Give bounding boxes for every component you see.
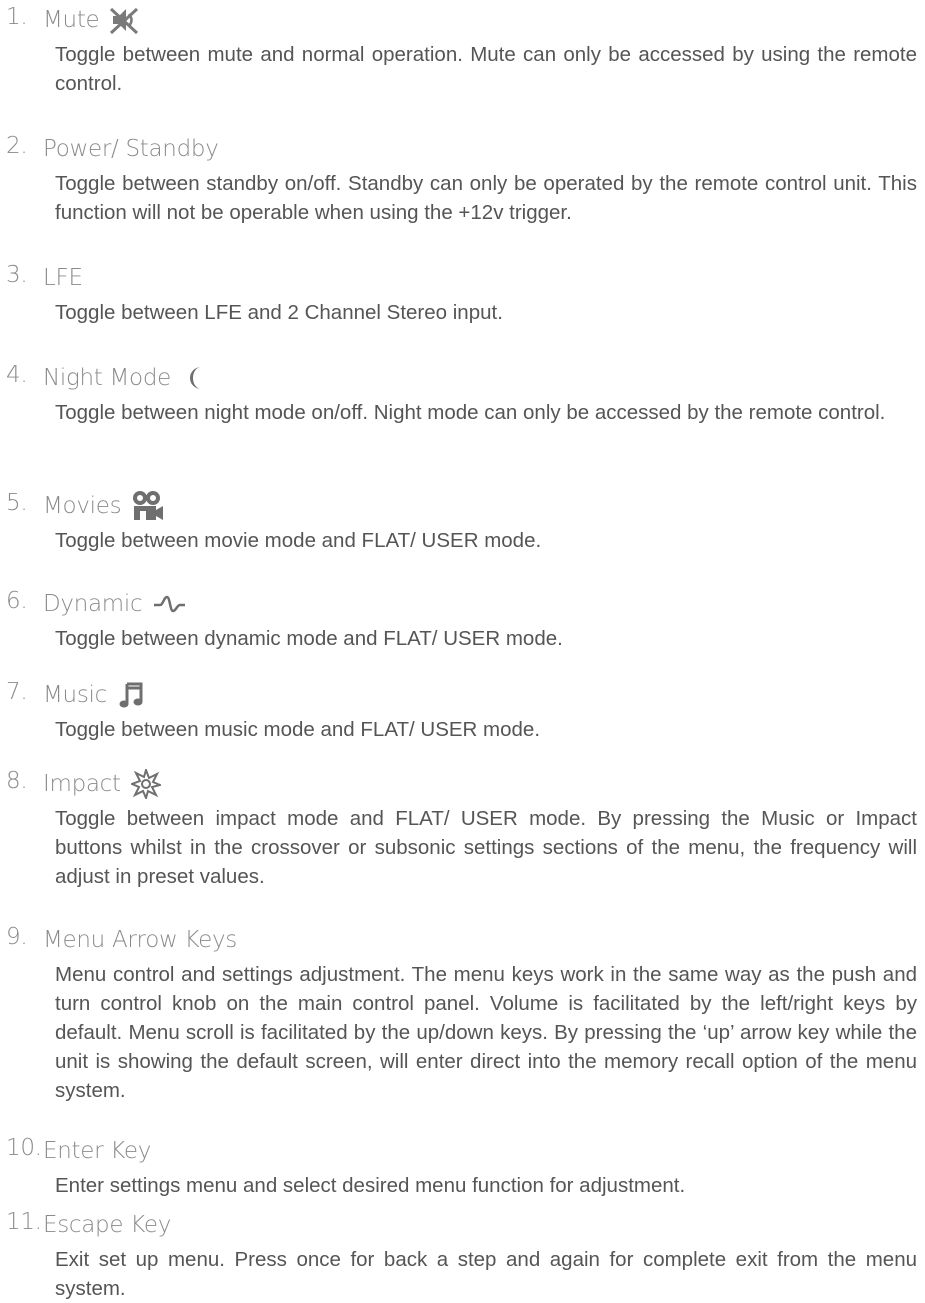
item-title: Escape Key [43,1212,172,1238]
item-number: 7. [6,679,28,705]
waveform-icon [152,589,186,619]
item-heading: 11. Escape Key [0,1205,925,1245]
list-item: 3. LFE Toggle between LFE and 2 Channel … [0,258,925,327]
item-title: Movies [43,493,122,519]
item-description: Menu control and settings adjustment. Th… [55,963,917,1102]
item-heading: 8. Impact [0,764,925,804]
item-description: Enter settings menu and select desired m… [55,1174,686,1197]
item-number: 3. [6,262,28,288]
item-title: Dynamic [43,591,143,617]
item-title: Power/ Standby [43,136,219,162]
item-title: Music [43,682,107,708]
item-description: Toggle between night mode on/off. Night … [55,401,886,424]
item-number: 8. [6,768,28,794]
item-description: Toggle between impact mode and FLAT/ USE… [55,807,917,888]
item-heading: 1. Mute [0,0,925,40]
list-item: 10. Enter Key Enter settings menu and se… [0,1131,925,1200]
item-heading: 3. LFE [0,258,925,298]
item-number: 5. [6,490,28,516]
list-item: 1. Mute Toggle between mute and normal o… [0,0,925,98]
list-item: 11. Escape Key Exit set up menu. Press o… [0,1205,925,1303]
item-description: Toggle between standby on/off. Standby c… [55,172,917,224]
item-number: 9. [6,924,28,950]
list-item: 8. Impact Toggle between impact mode and… [0,764,925,891]
item-heading: 6. Dynamic [0,584,925,624]
movie-camera-icon [131,489,165,523]
item-heading: 5. Movies [0,486,925,526]
item-number: 6. [6,588,28,614]
item-title: LFE [43,265,83,291]
list-item: 7. Music Toggle between music mode and F… [0,675,925,744]
item-number: 11. [6,1209,42,1235]
item-title: Impact [43,771,121,797]
item-heading: 4. Night Mode [0,358,925,398]
item-description: Toggle between dynamic mode and FLAT/ US… [55,627,563,650]
item-number: 10. [6,1135,42,1161]
item-description: Toggle between music mode and FLAT/ USER… [55,718,541,741]
list-item: 5. Movies Toggle between movie mode and … [0,486,925,555]
item-number: 4. [6,362,28,388]
item-heading: 2. Power/ Standby [0,129,925,169]
item-description: Exit set up menu. Press once for back a … [55,1248,917,1300]
item-description: Toggle between LFE and 2 Channel Stereo … [55,301,503,324]
item-title: Night Mode [43,365,171,391]
list-item: 6. Dynamic Toggle between dynamic mode a… [0,584,925,653]
list-item: 9. Menu Arrow Keys Menu control and sett… [0,920,925,1105]
moon-icon [181,363,211,393]
item-number: 1. [6,4,28,30]
item-description: Toggle between mute and normal operation… [55,43,917,95]
starburst-icon [130,769,161,799]
mute-icon [109,5,139,35]
list-item: 2. Power/ Standby Toggle between standby… [0,129,925,227]
music-note-icon [117,680,147,710]
item-heading: 9. Menu Arrow Keys [0,920,925,960]
item-heading: 10. Enter Key [0,1131,925,1171]
item-title: Mute [43,7,100,33]
item-number: 2. [6,133,28,159]
list-item: 4. Night Mode Toggle between night mode … [0,358,925,427]
item-heading: 7. Music [0,675,925,715]
item-title: Menu Arrow Keys [43,927,237,953]
item-title: Enter Key [43,1138,152,1164]
item-description: Toggle between movie mode and FLAT/ USER… [55,529,542,552]
